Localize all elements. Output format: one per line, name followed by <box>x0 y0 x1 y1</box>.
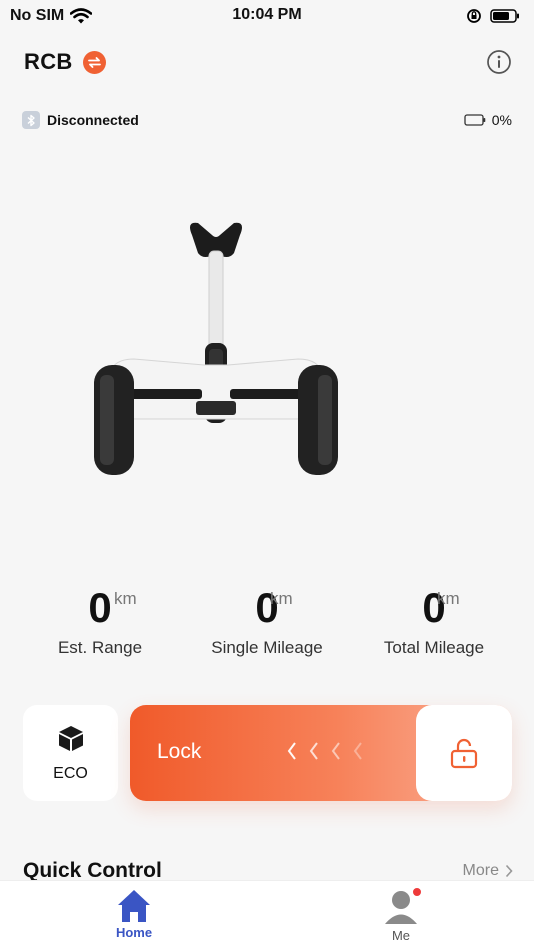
eco-mode-button[interactable]: ECO <box>23 705 118 801</box>
stat-unit: km <box>114 589 137 608</box>
header: RCB <box>0 40 534 84</box>
unlock-icon <box>450 738 478 769</box>
connection-status: Disconnected <box>47 112 139 128</box>
chevron-left-icon <box>287 742 296 760</box>
chevron-left-icon <box>309 742 318 760</box>
stat-est-range: 0 km Est. Range <box>11 583 189 658</box>
lock-slider-knob[interactable] <box>416 705 512 801</box>
status-bar: No SIM 10:04 PM <box>0 0 534 32</box>
stat-single-mileage: 0 km Single Mileage <box>178 583 356 658</box>
stat-value: 0 <box>88 584 112 631</box>
home-icon <box>118 890 150 922</box>
battery-percent: 0% <box>491 112 512 128</box>
orientation-lock-icon <box>467 9 481 23</box>
stat-unit: km <box>437 589 460 608</box>
scooter-image <box>94 222 338 475</box>
battery-icon <box>490 9 519 23</box>
tab-bar: Home Me <box>0 880 534 950</box>
tab-me[interactable]: Me <box>341 887 461 943</box>
stat-label: Est. Range <box>57 638 143 657</box>
tab-label: Home <box>115 925 153 940</box>
mode-label: ECO <box>53 765 88 782</box>
connection-row: Disconnected 0% <box>22 108 512 132</box>
stat-label: Single Mileage <box>211 638 323 657</box>
device-battery: 0% <box>464 112 512 128</box>
carrier-label: No SIM <box>10 7 65 24</box>
notification-dot <box>412 887 422 897</box>
device-name: RCB <box>24 49 73 74</box>
device-battery-icon <box>464 114 486 126</box>
lock-label: Lock <box>157 740 202 763</box>
stat-unit: km <box>270 589 293 608</box>
bluetooth-icon <box>22 111 40 129</box>
lock-slider[interactable]: Lock <box>130 705 512 801</box>
stats-row: 0 km Est. Range 0 km Single Mileage 0 km… <box>0 583 534 663</box>
chevron-left-icon <box>331 742 340 760</box>
chevron-left-icon <box>353 742 362 760</box>
slide-arrows <box>286 741 364 761</box>
switch-device-button[interactable] <box>82 50 106 74</box>
tab-home[interactable]: Home <box>74 887 194 940</box>
more-label: More <box>462 862 499 879</box>
tab-label: Me <box>391 928 411 943</box>
wifi-icon <box>70 8 93 24</box>
more-link[interactable]: More <box>463 862 513 880</box>
info-icon[interactable] <box>486 49 512 75</box>
stat-total-mileage: 0 km Total Mileage <box>345 583 523 658</box>
chevron-right-icon <box>505 864 513 878</box>
swap-icon <box>87 56 101 68</box>
cube-icon <box>58 726 83 751</box>
stat-label: Total Mileage <box>383 638 485 657</box>
